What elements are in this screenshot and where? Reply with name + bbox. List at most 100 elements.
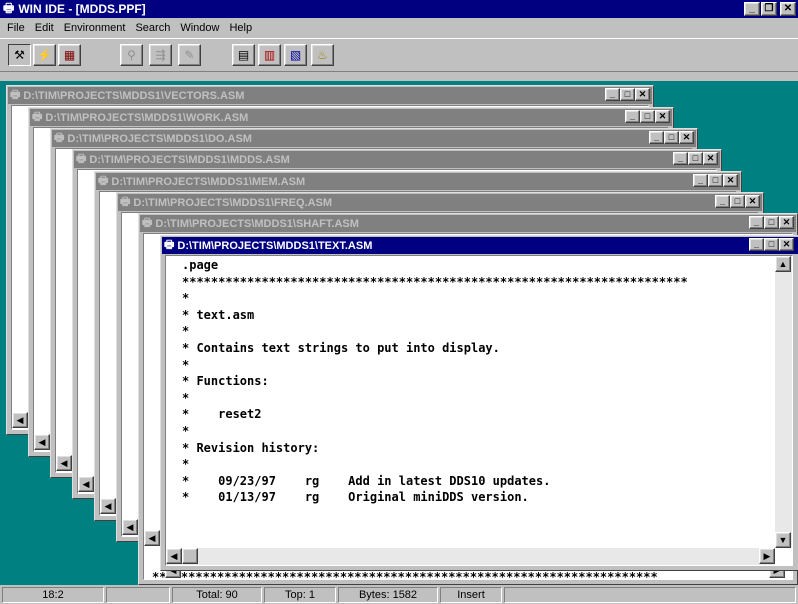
scroll-left-button[interactable]: ◀ [34, 434, 50, 450]
close-button[interactable]: ✕ [655, 110, 670, 123]
document-icon: 🖶 [76, 153, 87, 165]
code-line[interactable]: * [167, 357, 775, 374]
maximize-button[interactable]: □ [764, 238, 779, 251]
toolbar: ⚒ ⚡ ▦ ⚲ ⇶ ✎ ▤ ▥ ▧ ♨ [0, 38, 798, 72]
maximize-button[interactable]: □ [664, 131, 679, 144]
scroll-left-button[interactable]: ◀ [144, 530, 160, 546]
close-button[interactable]: ✕ [679, 131, 694, 144]
status-total: Total: 90 [172, 587, 262, 603]
code-line[interactable]: * 09/23/97 rg Add in latest DDS10 update… [167, 473, 775, 490]
window-title: D:\TIM\PROJECTS\MDDS1\DO.ASM [67, 132, 252, 145]
minimize-button[interactable]: _ [744, 2, 760, 16]
close-button[interactable]: ✕ [635, 88, 650, 101]
scroll-left-button[interactable]: ◀ [78, 476, 94, 492]
window-text[interactable]: 🖶 D:\TIM\PROJECTS\MDDS1\TEXT.ASM _ □ ✕ .pag… [160, 235, 798, 571]
code-line[interactable]: ****************************************… [152, 570, 764, 584]
close-button[interactable]: ✕ [723, 174, 738, 187]
scroll-left-button[interactable]: ◀ [166, 548, 182, 564]
toolbar-button-doc[interactable]: ▤ [232, 44, 255, 66]
arrow-left-icon: ◀ [170, 550, 178, 561]
minimize-button[interactable]: _ [649, 131, 664, 144]
app-title-bar[interactable]: 🖶 WIN IDE - [MDDS.PPF] _ ❐ ✕ [0, 0, 798, 18]
menu-search[interactable]: Search [130, 22, 175, 34]
maximize-button[interactable]: □ [764, 216, 779, 229]
code-line[interactable]: * [167, 456, 775, 473]
code-line[interactable]: * [167, 323, 775, 340]
maximize-button[interactable]: □ [688, 152, 703, 165]
arrow-down-icon: ▼ [778, 535, 788, 545]
menu-help[interactable]: Help [224, 22, 257, 34]
code-line[interactable]: * Contains text strings to put into disp… [167, 340, 775, 357]
close-button[interactable]: ✕ [779, 216, 794, 229]
app-icon: 🖶 [3, 0, 15, 15]
minimize-button[interactable]: _ [749, 238, 764, 251]
doc-edit-icon: ✎ [184, 48, 195, 62]
menu-bar: File Edit Environment Search Window Help [0, 18, 798, 37]
code-line[interactable]: * reset2 [167, 406, 775, 423]
maximize-button[interactable]: □ [708, 174, 723, 187]
status-bar: 18:2 Total: 90 Top: 1 Bytes: 1582 Insert [0, 586, 798, 604]
close-button[interactable]: ✕ [745, 195, 760, 208]
menu-edit[interactable]: Edit [30, 22, 59, 34]
toolbar-button-doc-arrow[interactable]: ⇶ [149, 44, 172, 66]
minimize-button[interactable]: _ [693, 174, 708, 187]
scroll-left-button[interactable]: ◀ [12, 412, 28, 428]
minimize-button[interactable]: _ [605, 88, 620, 101]
minimize-button[interactable]: _ [749, 216, 764, 229]
close-button[interactable]: ✕ [780, 2, 796, 16]
status-position: 18:2 [2, 587, 104, 603]
bell-icon: ♨ [317, 48, 328, 62]
minimize-button[interactable]: _ [715, 195, 730, 208]
restore-button[interactable]: ❐ [761, 2, 777, 16]
code-editor[interactable]: .page **********************************… [167, 257, 775, 548]
toolbar-button-doc-edit[interactable]: ✎ [178, 44, 201, 66]
toolbar-button-project[interactable]: ▦ [58, 44, 81, 66]
code-line[interactable]: * [167, 390, 775, 407]
close-button[interactable]: ✕ [779, 238, 794, 251]
doc-red-icon: ▥ [263, 48, 276, 62]
minimize-button[interactable]: _ [625, 110, 640, 123]
toolbar-button-doc-blue[interactable]: ▧ [284, 44, 307, 66]
maximize-button[interactable]: □ [730, 195, 745, 208]
toolbar-button-doc-red[interactable]: ▥ [258, 44, 281, 66]
scroll-down-button[interactable]: ▼ [775, 532, 791, 548]
code-line[interactable]: * [167, 290, 775, 307]
scroll-left-button[interactable]: ◀ [100, 498, 116, 514]
document-icon: 🖶 [98, 175, 109, 187]
horizontal-scrollbar[interactable]: ◀ ▶ [166, 548, 775, 565]
scroll-thumb[interactable] [182, 548, 198, 564]
toolbar-button-bell[interactable]: ♨ [311, 44, 334, 66]
mdi-client-area: 🖶 D:\TIM\PROJECTS\MDDS1\VECTORS.ASM _ □ ✕ ◀… [0, 81, 798, 585]
menu-environment[interactable]: Environment [59, 22, 131, 34]
code-line[interactable]: .page [167, 257, 775, 274]
code-line[interactable]: * 01/13/97 rg Original miniDDS version. [167, 489, 775, 506]
window-title: D:\TIM\PROJECTS\MDDS1\SHAFT.ASM [155, 217, 359, 230]
maximize-button[interactable]: □ [640, 110, 655, 123]
menu-file[interactable]: File [2, 22, 30, 34]
window-title: D:\TIM\PROJECTS\MDDS1\WORK.ASM [45, 111, 249, 124]
toolbar-button-lightning[interactable]: ⚡ [33, 44, 56, 66]
code-line[interactable]: * Revision history: [167, 440, 775, 457]
scroll-up-button[interactable]: ▲ [775, 256, 791, 272]
vertical-scrollbar[interactable]: ▲ ▼ [775, 256, 792, 548]
scroll-left-button[interactable]: ◀ [56, 455, 72, 471]
window-title: D:\TIM\PROJECTS\MDDS1\FREQ.ASM [133, 196, 333, 209]
minimize-button[interactable]: _ [673, 152, 688, 165]
window-title: D:\TIM\PROJECTS\MDDS1\MEM.ASM [111, 175, 306, 188]
close-button[interactable]: ✕ [703, 152, 718, 165]
menu-window[interactable]: Window [175, 22, 224, 34]
document-icon: 🖶 [10, 89, 21, 101]
code-line[interactable]: * Functions: [167, 373, 775, 390]
maximize-button[interactable]: □ [620, 88, 635, 101]
toolbar-button-compass[interactable]: ⚒ [8, 44, 31, 66]
project-icon: ▦ [63, 48, 76, 62]
window-title: D:\TIM\PROJECTS\MDDS1\MDDS.ASM [89, 153, 290, 166]
scroll-right-button[interactable]: ▶ [759, 548, 775, 564]
code-line[interactable]: ****************************************… [167, 274, 775, 291]
status-bytes: Bytes: 1582 [338, 587, 438, 603]
document-icon: 🖶 [120, 196, 131, 208]
toolbar-button-find[interactable]: ⚲ [120, 44, 143, 66]
scroll-left-button[interactable]: ◀ [122, 519, 138, 535]
code-line[interactable]: * [167, 423, 775, 440]
code-line[interactable]: * text.asm [167, 307, 775, 324]
